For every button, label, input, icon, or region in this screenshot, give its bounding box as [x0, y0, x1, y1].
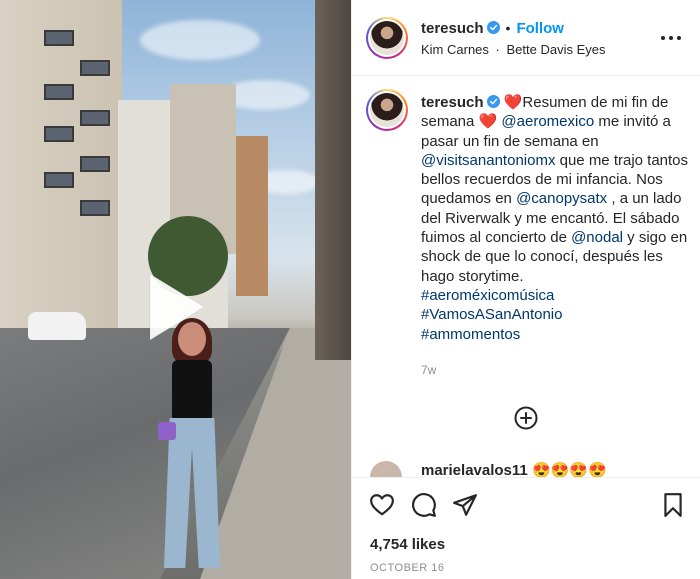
- separator-dot: •: [505, 20, 511, 36]
- music-artist[interactable]: Kim Carnes: [421, 42, 489, 57]
- cloud: [140, 20, 260, 60]
- post-video[interactable]: [0, 0, 351, 579]
- black-top: [172, 360, 212, 422]
- avatar[interactable]: [366, 17, 408, 59]
- heart-emoji: ❤️: [503, 94, 523, 111]
- person-in-video: [156, 318, 226, 579]
- commenter-username[interactable]: marielavalos11: [421, 462, 528, 477]
- commenter-username-row: marielavalos11 😍😍😍😍: [421, 461, 607, 477]
- profile-photo: [370, 21, 404, 55]
- music-info[interactable]: Kim Carnes · Bette Davis Eyes: [421, 42, 606, 57]
- post-actions: 4,754 likes OCTOBER 16: [352, 477, 700, 579]
- caption-avatar[interactable]: [366, 89, 408, 131]
- post-header: teresuch • Follow Kim Carnes · Bette Davis…: [352, 0, 700, 76]
- balcony: [44, 126, 74, 142]
- profile-photo: [370, 93, 404, 127]
- post-caption: teresuch ❤️Resumen de mi fin de semana ❤…: [421, 93, 691, 344]
- mention-visitsanantoniomx[interactable]: @visitsanantoniomx: [421, 152, 555, 169]
- hashtag[interactable]: #VamosASanAntonio: [421, 306, 562, 323]
- music-song[interactable]: Bette Davis Eyes: [507, 42, 606, 57]
- mention-nodal[interactable]: @nodal: [571, 229, 623, 246]
- jeans: [164, 418, 220, 568]
- balcony: [44, 84, 74, 100]
- heart-emoji: ❤️: [478, 113, 498, 131]
- purple-bag: [158, 422, 176, 440]
- comment-bubble-icon[interactable]: [411, 492, 437, 518]
- commenter-avatar[interactable]: [370, 461, 402, 477]
- balcony: [44, 30, 74, 46]
- post-details-panel: teresuch • Follow Kim Carnes · Bette Davis…: [351, 0, 700, 579]
- play-icon[interactable]: [144, 270, 208, 344]
- building-right: [315, 0, 351, 360]
- comment-preview: marielavalos11 😍😍😍😍: [370, 461, 700, 477]
- hashtag[interactable]: #ammomentos: [421, 326, 520, 343]
- comment-text: 😍😍😍😍: [531, 462, 607, 477]
- hashtag[interactable]: #aeroméxicomúsica: [421, 287, 554, 304]
- balcony: [44, 172, 74, 188]
- mention-aeromexico[interactable]: @aeromexico: [501, 113, 594, 130]
- plus-circle-icon[interactable]: [514, 406, 538, 430]
- username-link[interactable]: teresuch: [421, 20, 484, 37]
- music-separator: ·: [495, 42, 500, 57]
- verified-badge-icon: [486, 95, 500, 108]
- parked-car: [28, 312, 86, 340]
- heart-icon[interactable]: [369, 492, 395, 518]
- balcony: [80, 110, 110, 126]
- more-options-icon[interactable]: [659, 28, 683, 48]
- balcony: [80, 60, 110, 76]
- post-age[interactable]: 7w: [421, 363, 436, 377]
- paper-plane-icon[interactable]: [452, 492, 478, 518]
- verified-badge-icon: [486, 21, 500, 34]
- caption-username[interactable]: teresuch: [421, 94, 484, 111]
- post-date: OCTOBER 16: [370, 562, 445, 574]
- bookmark-icon[interactable]: [660, 492, 686, 518]
- mention-canopysatx[interactable]: @canopysatx: [516, 190, 607, 207]
- balcony: [80, 156, 110, 172]
- like-count[interactable]: 4,754 likes: [370, 536, 445, 553]
- building-left: [0, 0, 122, 340]
- follow-button[interactable]: Follow: [516, 20, 564, 37]
- building-far: [236, 136, 268, 296]
- balcony: [80, 200, 110, 216]
- caption-scroll-area[interactable]: teresuch ❤️Resumen de mi fin de semana ❤…: [352, 77, 700, 477]
- header-title-row: teresuch • Follow: [421, 20, 564, 38]
